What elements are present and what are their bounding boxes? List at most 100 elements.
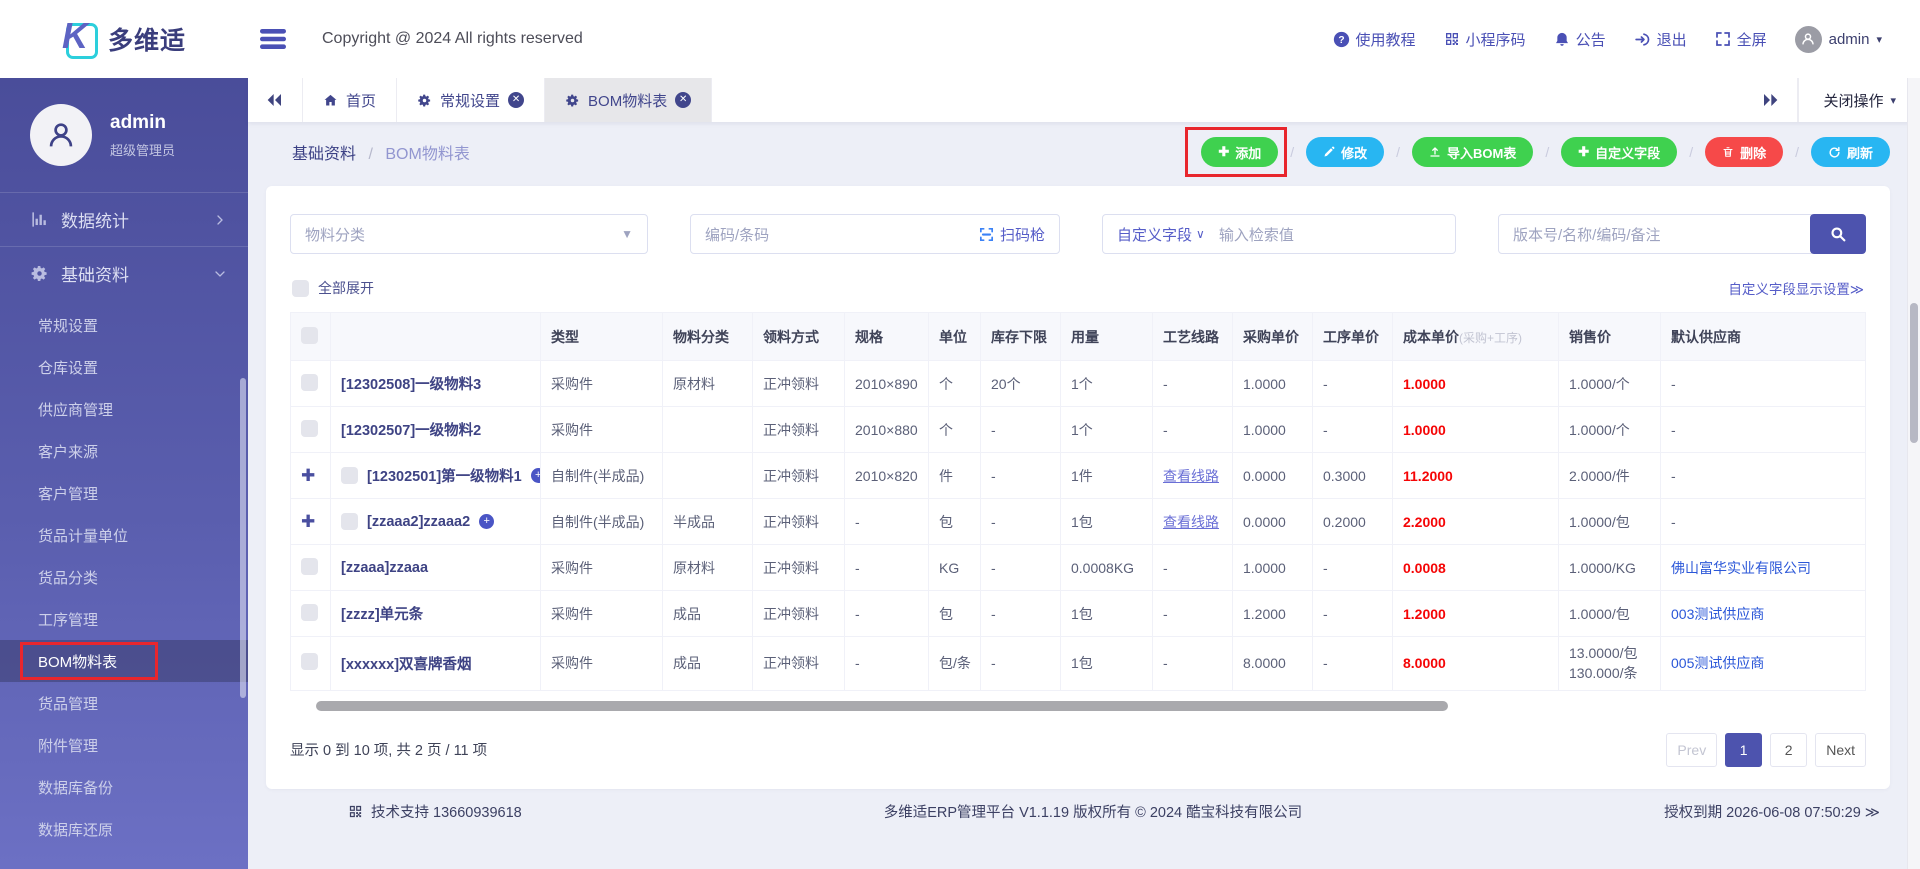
- delete-button[interactable]: 删除: [1705, 137, 1783, 167]
- refresh-button[interactable]: 刷新: [1811, 137, 1890, 167]
- hamburger-menu-icon[interactable]: [260, 28, 286, 50]
- page-1-button[interactable]: 1: [1725, 733, 1762, 767]
- search-button[interactable]: [1810, 214, 1866, 254]
- plus-circle-icon[interactable]: +: [531, 468, 541, 483]
- tab-changguisheshi[interactable]: 常规设置 ✕: [397, 78, 545, 122]
- custom-field-selector[interactable]: 自定义字段 ∨: [1117, 224, 1205, 245]
- sidebar-group-statistics[interactable]: 数据统计: [0, 192, 248, 246]
- tab-home[interactable]: 首页: [303, 78, 397, 122]
- magnifier-icon: [1829, 225, 1847, 243]
- table-row: ✚ [zzaaa2]zzaaa2+ 自制件(半成品) 半成品 正冲领料 - 包 …: [291, 499, 1866, 545]
- tabs-scroll-left-button[interactable]: [248, 78, 303, 122]
- add-button[interactable]: ✚ 添加: [1201, 137, 1278, 167]
- row-checkbox[interactable]: [301, 604, 318, 621]
- content-area: 基础资料 / BOM物料表 ✚ 添加 /: [248, 122, 1920, 869]
- sidebar-item-kehuguanli[interactable]: 客户管理: [0, 472, 248, 514]
- vertical-scrollbar[interactable]: [1907, 78, 1920, 869]
- logo-k-icon: K: [60, 19, 100, 59]
- miniprogram-link[interactable]: 小程序码: [1444, 29, 1526, 50]
- row-checkbox[interactable]: [341, 467, 358, 484]
- bar-chart-icon: [30, 210, 49, 229]
- logout-link[interactable]: 退出: [1634, 29, 1687, 50]
- tabs-scroll-right-button[interactable]: [1743, 78, 1798, 122]
- code-barcode-input[interactable]: 编码/条码 扫码枪: [690, 214, 1060, 254]
- breadcrumb: 基础资料 / BOM物料表: [292, 140, 470, 164]
- copyright-text: Copyright @ 2024 All rights reserved: [322, 30, 583, 48]
- select-all-checkbox[interactable]: [301, 327, 318, 344]
- table-row: [zzzz]单元条 采购件 成品 正冲领料 - 包 - 1包 - 1.2000 …: [291, 591, 1866, 637]
- row-checkbox[interactable]: [301, 420, 318, 437]
- sidebar-item-bom-active[interactable]: BOM物料表: [0, 640, 248, 682]
- chevron-down-icon: ▾: [1876, 33, 1882, 46]
- gear-icon: [417, 93, 432, 108]
- chevron-down-icon: ∨: [1196, 227, 1205, 241]
- notice-link[interactable]: 公告: [1554, 29, 1606, 50]
- keyword-search-group: 版本号/名称/编码/备注: [1498, 214, 1866, 254]
- col-purchase-price: 采购单价: [1233, 313, 1313, 361]
- logo[interactable]: K 多维适: [0, 19, 248, 59]
- keyword-search-input[interactable]: 版本号/名称/编码/备注: [1498, 214, 1812, 254]
- app-window: K 多维适 Copyright @ 2024 All rights reserv…: [0, 0, 1920, 869]
- fullscreen-link[interactable]: 全屏: [1715, 29, 1767, 50]
- profile-avatar-icon: [30, 104, 92, 166]
- view-route-link[interactable]: 查看线路: [1153, 499, 1233, 545]
- footer-license: 授权到期 2026-06-08 07:50:29 ≫: [1664, 801, 1880, 822]
- expand-row-icon[interactable]: ✚: [301, 512, 315, 531]
- sidebar-item-cangkusheshi[interactable]: 仓库设置: [0, 346, 248, 388]
- tutorial-link[interactable]: ? 使用教程: [1333, 29, 1416, 50]
- expand-row-icon[interactable]: ✚: [301, 466, 315, 485]
- sidebar-item-huopinfenlei[interactable]: 货品分类: [0, 556, 248, 598]
- row-checkbox[interactable]: [301, 374, 318, 391]
- fullscreen-icon: [1715, 31, 1731, 47]
- custom-field-button[interactable]: ✚ 自定义字段: [1561, 137, 1677, 167]
- table-row: [zzaaa]zzaaa 采购件 原材料 正冲领料 - KG - 0.0008K…: [291, 545, 1866, 591]
- view-route-link[interactable]: 查看线路: [1153, 453, 1233, 499]
- sidebar-item-huanyuan[interactable]: 数据库还原: [0, 808, 248, 850]
- edit-button[interactable]: 修改: [1306, 137, 1384, 167]
- sidebar-item-jiliangdanwei[interactable]: 货品计量单位: [0, 514, 248, 556]
- bom-table-panel: 物料分类 ▼ 编码/条码 扫码枪 自定义字段: [266, 186, 1890, 789]
- row-checkbox[interactable]: [341, 513, 358, 530]
- sidebar-group-basedata[interactable]: 基础资料: [0, 246, 248, 300]
- expand-all-checkbox[interactable]: [292, 280, 309, 297]
- expand-all-label: 全部展开: [318, 278, 374, 298]
- tab-bom-active[interactable]: BOM物料表 ✕: [545, 78, 712, 122]
- sidebar-item-gongxuguanli[interactable]: 工序管理: [0, 598, 248, 640]
- next-page-button[interactable]: Next: [1815, 733, 1866, 767]
- sidebar-scrollbar-thumb[interactable]: [240, 378, 246, 698]
- bom-table: 类型 物料分类 领料方式 规格 单位 库存下限 用量 工艺线路 采购单价 工序单…: [290, 312, 1866, 691]
- top-nav: ? 使用教程 小程序码 公告 退出 全屏 admin ▾: [1333, 26, 1920, 53]
- display-settings-link[interactable]: 自定义字段显示设置≫: [1728, 278, 1864, 298]
- supplier-link[interactable]: 003测试供应商: [1661, 591, 1866, 637]
- sidebar-item-beifen[interactable]: 数据库备份: [0, 766, 248, 808]
- sidebar-item-huopinguanli[interactable]: 货品管理: [0, 682, 248, 724]
- breadcrumb-parent[interactable]: 基础资料: [292, 146, 356, 163]
- close-tab-icon[interactable]: ✕: [675, 92, 691, 108]
- chevron-down-icon: [214, 268, 226, 280]
- vertical-scrollbar-thumb[interactable]: [1910, 303, 1918, 443]
- logout-icon: [1634, 31, 1651, 48]
- horizontal-scrollbar-thumb[interactable]: [316, 701, 1448, 711]
- user-menu[interactable]: admin ▾: [1795, 26, 1882, 53]
- sidebar-item-kehulaiyuan[interactable]: 客户来源: [0, 430, 248, 472]
- import-bom-button[interactable]: 导入BOM表: [1412, 137, 1533, 167]
- supplier-link[interactable]: 005测试供应商: [1661, 637, 1866, 691]
- row-checkbox[interactable]: [301, 653, 318, 670]
- prev-page-button[interactable]: Prev: [1666, 733, 1717, 767]
- sidebar-item-changguisheshi[interactable]: 常规设置: [0, 304, 248, 346]
- material-category-select[interactable]: 物料分类 ▼: [290, 214, 648, 254]
- profile-name: admin: [110, 112, 175, 134]
- close-tab-icon[interactable]: ✕: [508, 92, 524, 108]
- plus-circle-icon[interactable]: +: [479, 514, 494, 529]
- user-avatar-icon: [1795, 26, 1822, 53]
- table-row: [12302507]一级物料2 采购件 正冲领料 2010×880 个 - 1个…: [291, 407, 1866, 453]
- row-checkbox[interactable]: [301, 558, 318, 575]
- supplier-link[interactable]: 佛山富华实业有限公司: [1661, 545, 1866, 591]
- scan-gun-button[interactable]: 扫码枪: [978, 224, 1045, 245]
- custom-field-search-input[interactable]: 自定义字段 ∨ 输入检索值: [1102, 214, 1456, 254]
- close-operations-dropdown[interactable]: 关闭操作 ▾: [1798, 78, 1920, 122]
- sidebar-item-gongyingshang[interactable]: 供应商管理: [0, 388, 248, 430]
- pagination: Prev 1 2 Next: [1666, 733, 1866, 767]
- page-2-button[interactable]: 2: [1770, 733, 1807, 767]
- sidebar-item-fujianguanli[interactable]: 附件管理: [0, 724, 248, 766]
